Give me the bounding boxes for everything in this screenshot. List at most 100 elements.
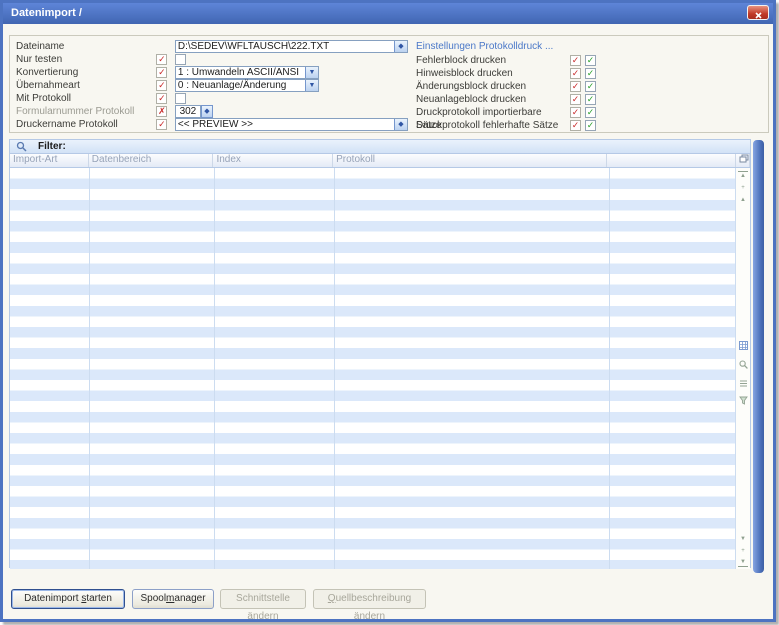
konvertierung-dropdown[interactable]: 1 : Umwandeln ASCII/ANSI ▼: [175, 66, 319, 79]
fehlerblock-checkbox[interactable]: ✓: [585, 55, 596, 66]
grid-view-icon[interactable]: [738, 341, 748, 351]
form-row-mit-protokoll: Mit Protokoll ✓: [16, 92, 186, 105]
neuanlageblock-checkbox[interactable]: ✓: [585, 94, 596, 105]
dateiname-input[interactable]: D:\SEDEV\WFLTAUSCH\222.TXT ◆: [175, 40, 408, 53]
form-row-konvertierung: Konvertierung ✓ 1 : Umwandeln ASCII/ANSI…: [16, 66, 319, 79]
close-button[interactable]: [747, 5, 769, 20]
close-icon: [755, 12, 762, 19]
druckername-dropdown[interactable]: << PREVIEW >> ◆: [175, 118, 408, 131]
edit-flag-icon[interactable]: ✓: [570, 120, 581, 131]
chevron-down-icon[interactable]: ▼: [305, 67, 318, 78]
hinweisblock-label: Hinweisblock drucken: [416, 67, 566, 80]
import-grid: Filter: Import-Art Datenbereich Index Pr…: [9, 139, 751, 568]
mit-protokoll-label: Mit Protokoll: [16, 92, 152, 105]
scroll-up-icon[interactable]: ▲: [738, 195, 748, 205]
list-icon: [739, 379, 748, 388]
druckername-label: Druckername Protokoll: [16, 118, 152, 131]
druckername-value: << PREVIEW >>: [178, 119, 253, 130]
locked-flag-icon[interactable]: ✗: [156, 106, 167, 117]
filter-label: Filter:: [38, 140, 66, 153]
importierbare-saetze-checkbox[interactable]: ✓: [585, 107, 596, 118]
spinner-icon[interactable]: ◆: [201, 105, 213, 118]
list-icon[interactable]: [738, 379, 748, 389]
formularnummer-input[interactable]: 302: [175, 105, 201, 118]
vertical-scrollbar[interactable]: [753, 140, 764, 573]
filter-icon: [739, 396, 748, 405]
grid-header: Import-Art Datenbereich Index Protokoll: [10, 154, 750, 168]
hinweisblock-checkbox[interactable]: ✓: [585, 68, 596, 79]
column-separator: [89, 168, 90, 569]
column-separator: [334, 168, 335, 569]
column-separator: [609, 168, 610, 569]
column-header-datenbereich[interactable]: Datenbereich: [89, 154, 214, 167]
protokoll-row: Druckprotokoll fehlerhafte Sätze ✓ ✓: [416, 119, 566, 132]
scroll-down-fast-icon[interactable]: +: [738, 546, 748, 556]
column-header-import-art[interactable]: Import-Art: [10, 154, 89, 167]
filter-bar[interactable]: Filter:: [10, 140, 750, 154]
edit-flag-icon[interactable]: ✓: [570, 81, 581, 92]
form-row-nur-testen: Nur testen ✓: [16, 53, 186, 66]
column-chooser-icon: [739, 154, 749, 163]
search-icon: [16, 141, 27, 152]
uebernahmeart-dropdown[interactable]: 0 : Neuanlage/Änderung ▼: [175, 79, 319, 92]
spoolmanager-button[interactable]: Spoolmanager: [132, 589, 214, 609]
protokoll-row: Änderungsblock drucken ✓ ✓: [416, 80, 566, 93]
fehlerblock-label: Fehlerblock drucken: [416, 54, 566, 67]
lookup-icon[interactable]: ◆: [394, 119, 407, 130]
nur-testen-label: Nur testen: [16, 53, 152, 66]
aenderungsblock-checkbox[interactable]: ✓: [585, 81, 596, 92]
grid-body[interactable]: ▲ + ▲: [10, 168, 750, 569]
column-header-empty[interactable]: [607, 154, 736, 167]
protokoll-row: Hinweisblock drucken ✓ ✓: [416, 67, 566, 80]
scroll-bottom-icon[interactable]: ▼: [738, 558, 748, 567]
formularnummer-label: Formularnummer Protokoll: [16, 105, 152, 118]
fehlerhafte-saetze-checkbox[interactable]: ✓: [585, 120, 596, 131]
column-separator: [214, 168, 215, 569]
scroll-down-icon[interactable]: ▼: [738, 534, 748, 544]
edit-flag-icon[interactable]: ✓: [156, 80, 167, 91]
edit-flag-icon[interactable]: ✓: [570, 94, 581, 105]
formularnummer-value: 302: [180, 106, 197, 117]
edit-flag-icon[interactable]: ✓: [570, 107, 581, 118]
window-title: Datenimport /: [11, 3, 82, 24]
protokoll-row: Neuanlageblock drucken ✓ ✓: [416, 93, 566, 106]
form-row-dateiname: Dateiname D:\SEDEV\WFLTAUSCH\222.TXT ◆: [16, 40, 408, 53]
scroll-top-icon[interactable]: ▲: [738, 171, 748, 180]
chevron-down-icon[interactable]: ▼: [305, 80, 318, 91]
fehlerhafte-saetze-label: Druckprotokoll fehlerhafte Sätze: [416, 119, 566, 132]
edit-flag-icon[interactable]: ✓: [570, 68, 581, 79]
search-icon[interactable]: [738, 360, 748, 370]
protokolldruck-settings-link[interactable]: Einstellungen Protokolldruck ...: [416, 41, 553, 52]
scroll-up-fast-icon[interactable]: +: [738, 183, 748, 193]
edit-flag-icon[interactable]: ✓: [156, 119, 167, 130]
grid-side-toolbar: ▲ + ▲: [735, 168, 750, 569]
dateiname-value: D:\SEDEV\WFLTAUSCH\222.TXT: [178, 41, 329, 52]
protokoll-row: Fehlerblock drucken ✓ ✓: [416, 54, 566, 67]
lookup-icon[interactable]: ◆: [394, 41, 407, 52]
uebernahmeart-value: 0 : Neuanlage/Änderung: [178, 80, 286, 91]
column-header-index[interactable]: Index: [213, 154, 333, 167]
column-header-protokoll[interactable]: Protokoll: [333, 154, 607, 167]
nur-testen-checkbox[interactable]: [175, 54, 186, 65]
title-bar[interactable]: Datenimport /: [3, 3, 773, 24]
konvertierung-value: 1 : Umwandeln ASCII/ANSI: [178, 67, 299, 78]
edit-flag-icon[interactable]: ✓: [156, 67, 167, 78]
column-chooser-button[interactable]: [736, 154, 750, 167]
search-icon: [739, 360, 748, 369]
mit-protokoll-checkbox[interactable]: [175, 93, 186, 104]
konvertierung-label: Konvertierung: [16, 66, 152, 79]
protokoll-row: Druckprotokoll importierbare Sätze ✓ ✓: [416, 106, 566, 119]
grid-view-icon: [739, 341, 748, 350]
datenimport-window: Datenimport / Dateiname D:\SEDEV\WFLTAUS…: [0, 0, 776, 622]
datenimport-starten-button[interactable]: Datenimport starten: [11, 589, 125, 609]
schnittstelle-aendern-button: Schnittstelle ändern: [220, 589, 306, 609]
form-row-formularnummer: Formularnummer Protokoll ✗ 302 ◆: [16, 105, 213, 118]
form-row-uebernahmeart: Übernahmeart ✓ 0 : Neuanlage/Änderung ▼: [16, 79, 319, 92]
edit-flag-icon[interactable]: ✓: [156, 93, 167, 104]
aenderungsblock-label: Änderungsblock drucken: [416, 80, 566, 93]
uebernahmeart-label: Übernahmeart: [16, 79, 152, 92]
filter-icon[interactable]: [738, 396, 748, 406]
edit-flag-icon[interactable]: ✓: [156, 54, 167, 65]
edit-flag-icon[interactable]: ✓: [570, 55, 581, 66]
form-row-druckername: Druckername Protokoll ✓ << PREVIEW >> ◆: [16, 118, 408, 131]
